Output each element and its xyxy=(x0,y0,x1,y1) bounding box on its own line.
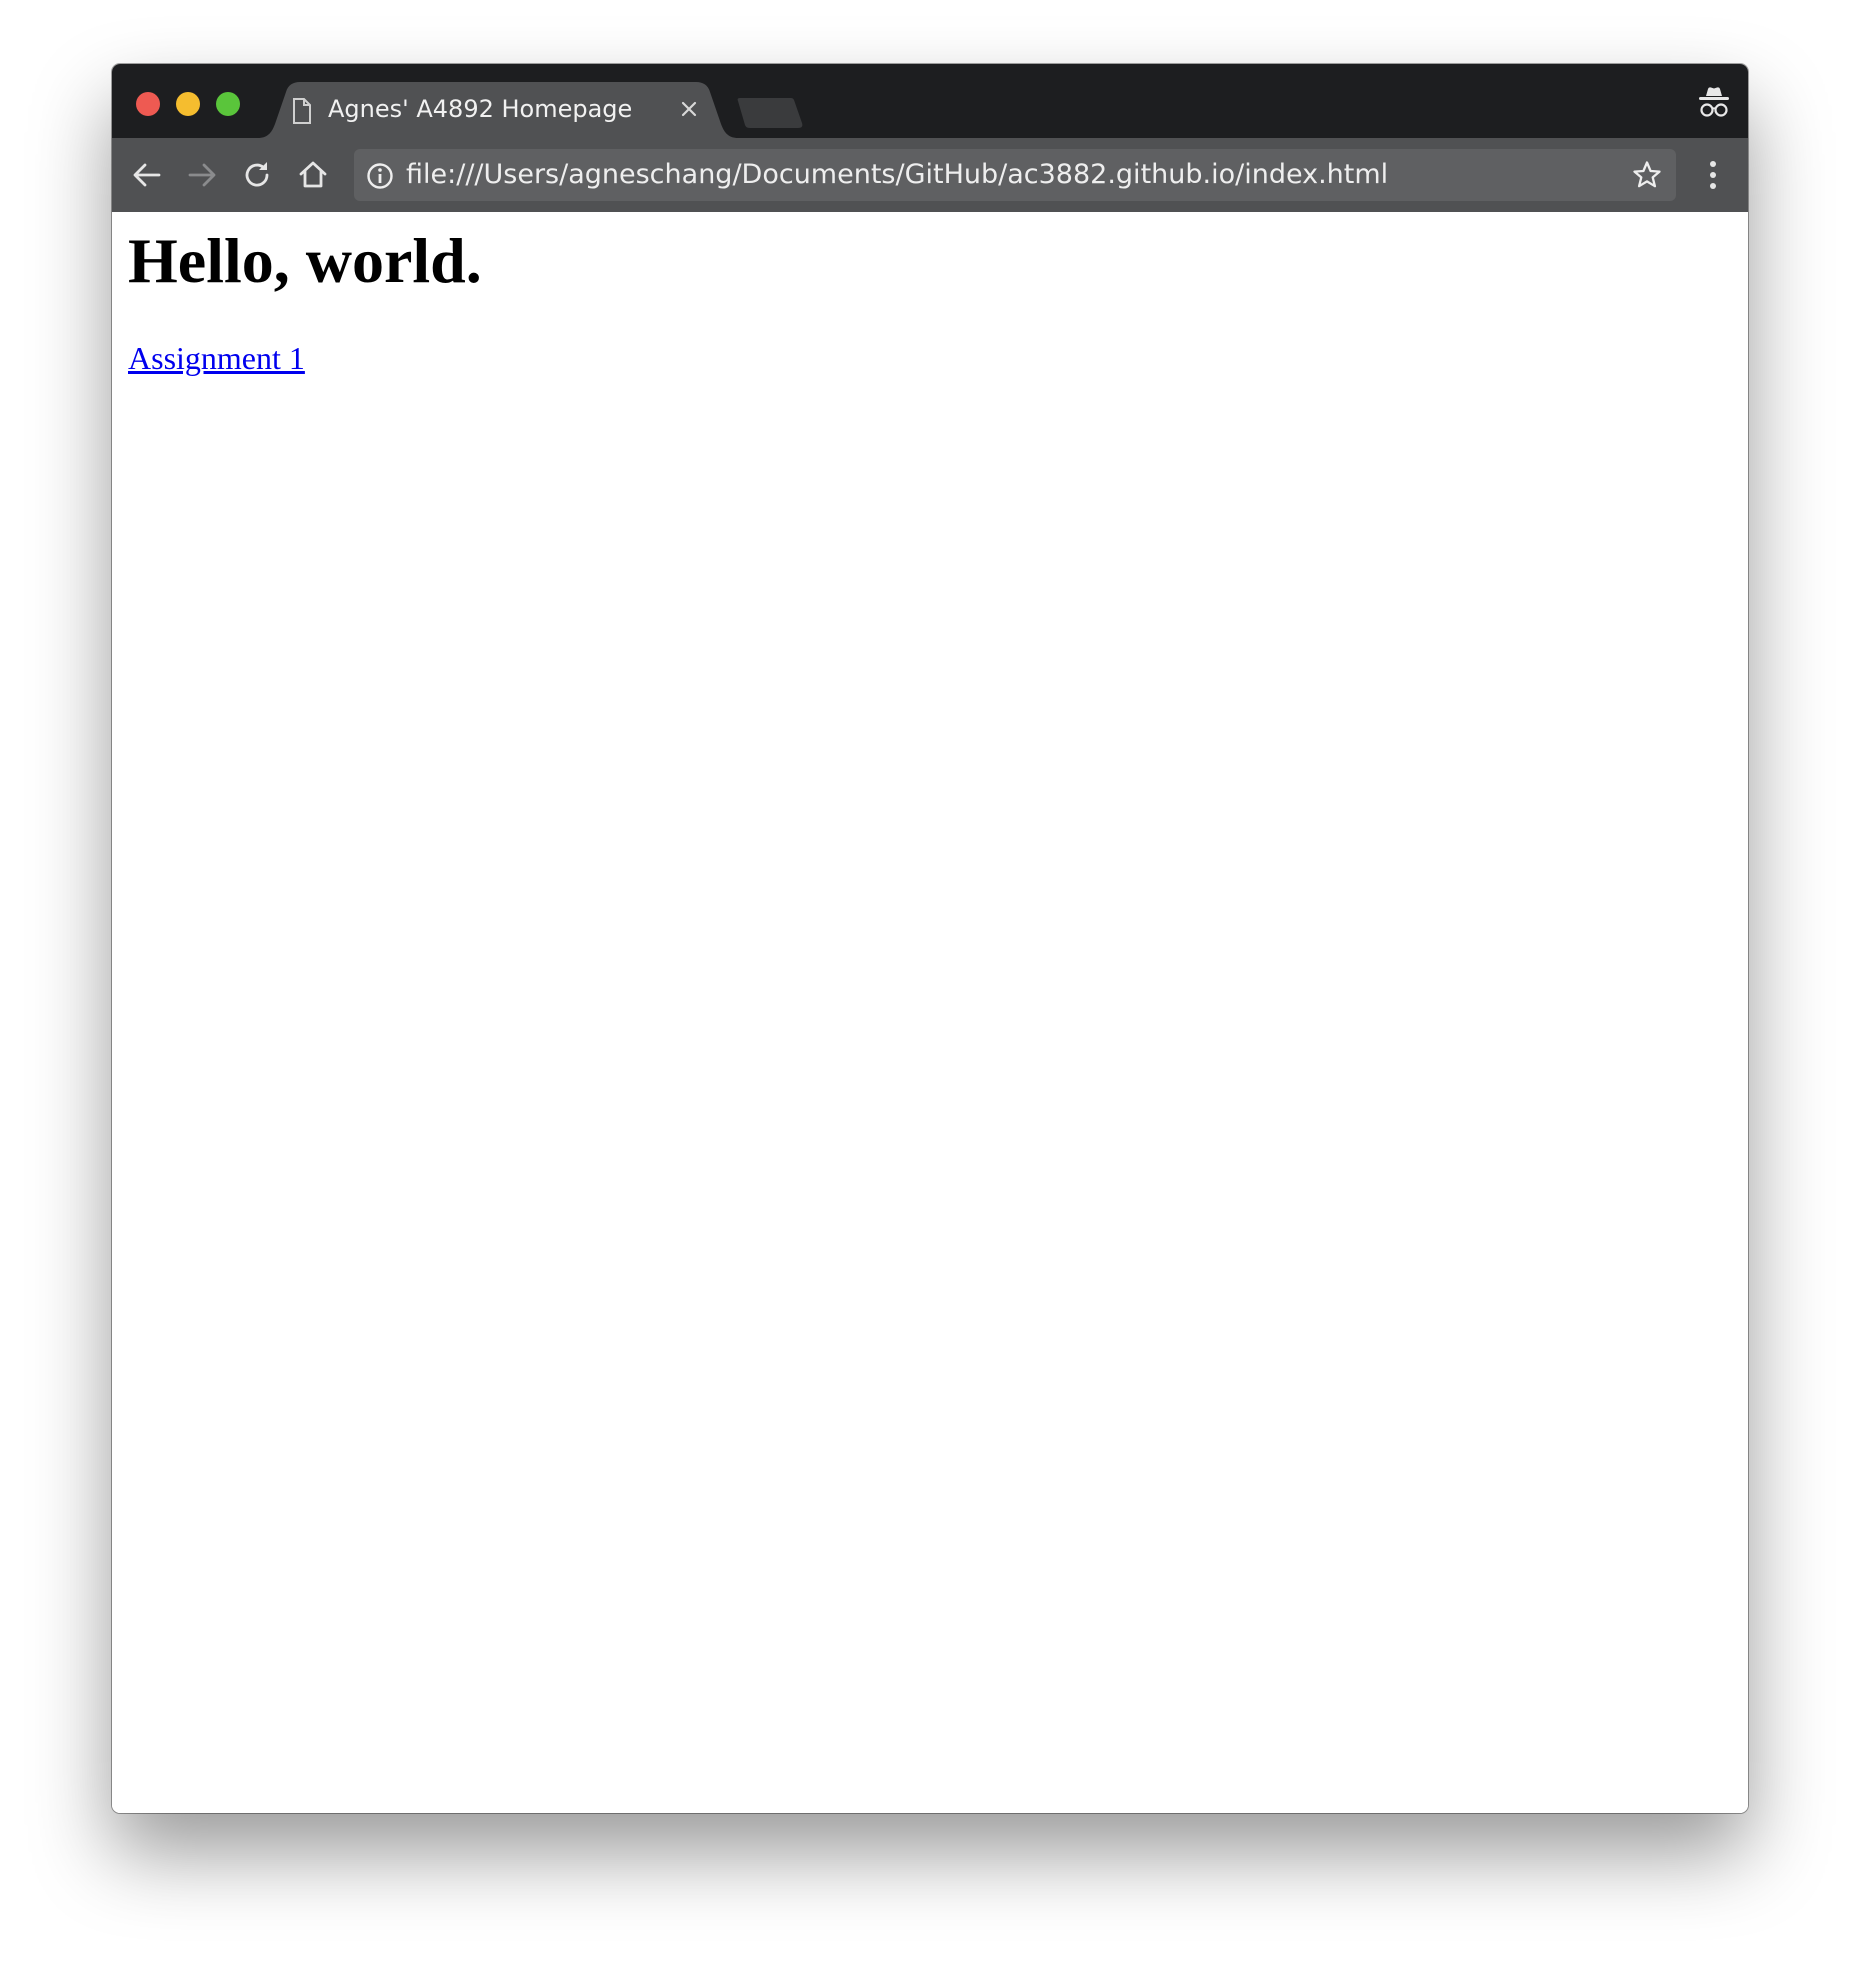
address-bar[interactable]: file:///Users/agneschang/Documents/GitHu… xyxy=(354,149,1676,201)
browser-window: Agnes' A4892 Homepage file:///Users/agne… xyxy=(112,64,1748,1813)
star-icon[interactable] xyxy=(1632,160,1662,195)
more-vertical-icon[interactable] xyxy=(1708,158,1718,197)
incognito-icon[interactable] xyxy=(1698,86,1730,125)
tab-title: Agnes' A4892 Homepage xyxy=(328,95,633,123)
page-icon xyxy=(292,98,312,129)
new-tab-icon[interactable] xyxy=(736,96,806,133)
browser-toolbar: file:///Users/agneschang/Documents/GitHu… xyxy=(112,138,1748,212)
url-text[interactable]: file:///Users/agneschang/Documents/GitHu… xyxy=(406,159,1388,190)
forward-arrow-icon[interactable] xyxy=(185,158,219,197)
reload-icon[interactable] xyxy=(240,158,274,197)
assignment-1-link[interactable]: Assignment 1 xyxy=(128,340,305,377)
zoom-window-button[interactable] xyxy=(216,92,240,116)
page-content: Hello, world. Assignment 1 xyxy=(112,212,1748,1813)
active-tab[interactable]: Agnes' A4892 Homepage xyxy=(258,82,738,138)
close-window-button[interactable] xyxy=(136,92,160,116)
home-icon[interactable] xyxy=(296,158,330,197)
tab-strip: Agnes' A4892 Homepage xyxy=(112,64,1748,138)
close-icon[interactable] xyxy=(676,96,702,122)
minimize-window-button[interactable] xyxy=(176,92,200,116)
page-heading: Hello, world. xyxy=(128,225,482,296)
info-icon[interactable] xyxy=(366,162,394,195)
back-arrow-icon[interactable] xyxy=(130,158,164,197)
